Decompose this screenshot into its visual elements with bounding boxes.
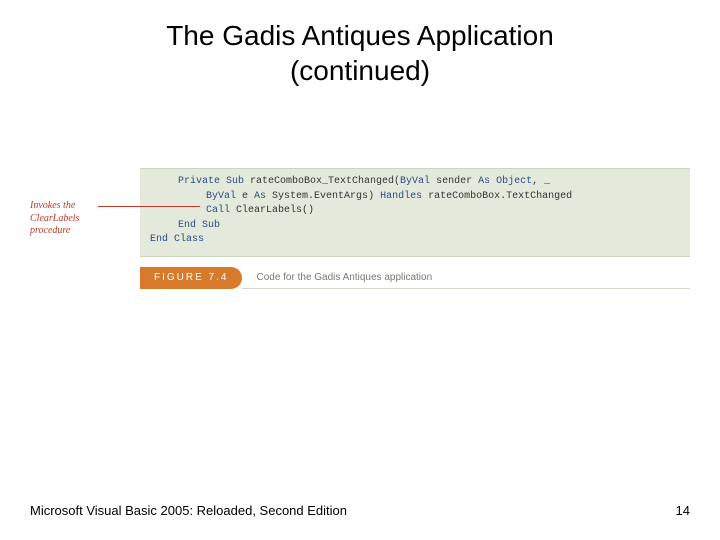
figure-label: FIGURE 7.4	[140, 267, 242, 289]
title-line-1: The Gadis Antiques Application	[166, 20, 554, 51]
figure-caption: Code for the Gadis Antiques application	[242, 267, 690, 289]
slide-title: The Gadis Antiques Application (continue…	[0, 0, 720, 88]
callout-connector-line	[98, 206, 200, 207]
title-line-2: (continued)	[290, 55, 430, 86]
callout-line-2: ClearLabels	[30, 213, 79, 224]
code-line-5: End Class	[150, 233, 680, 248]
slide: The Gadis Antiques Application (continue…	[0, 0, 720, 540]
code-line-1: Private Sub rateComboBox_TextChanged(ByV…	[150, 175, 680, 190]
code-block: Private Sub rateComboBox_TextChanged(ByV…	[140, 168, 690, 257]
callout-line-3: procedure	[30, 225, 70, 236]
callout-line-1: Invokes the	[30, 200, 75, 211]
footer-text: Microsoft Visual Basic 2005: Reloaded, S…	[30, 503, 347, 518]
figure-caption-row: FIGURE 7.4 Code for the Gadis Antiques a…	[140, 267, 690, 289]
slide-footer: Microsoft Visual Basic 2005: Reloaded, S…	[30, 503, 690, 518]
figure-area: Invokes the ClearLabels procedure Privat…	[30, 168, 690, 289]
code-line-2: ByVal e As System.EventArgs) Handles rat…	[150, 190, 680, 205]
code-line-3: Call ClearLabels()	[150, 204, 680, 219]
margin-callout: Invokes the ClearLabels procedure	[30, 200, 108, 238]
page-number: 14	[676, 503, 690, 518]
code-line-4: End Sub	[150, 219, 680, 234]
